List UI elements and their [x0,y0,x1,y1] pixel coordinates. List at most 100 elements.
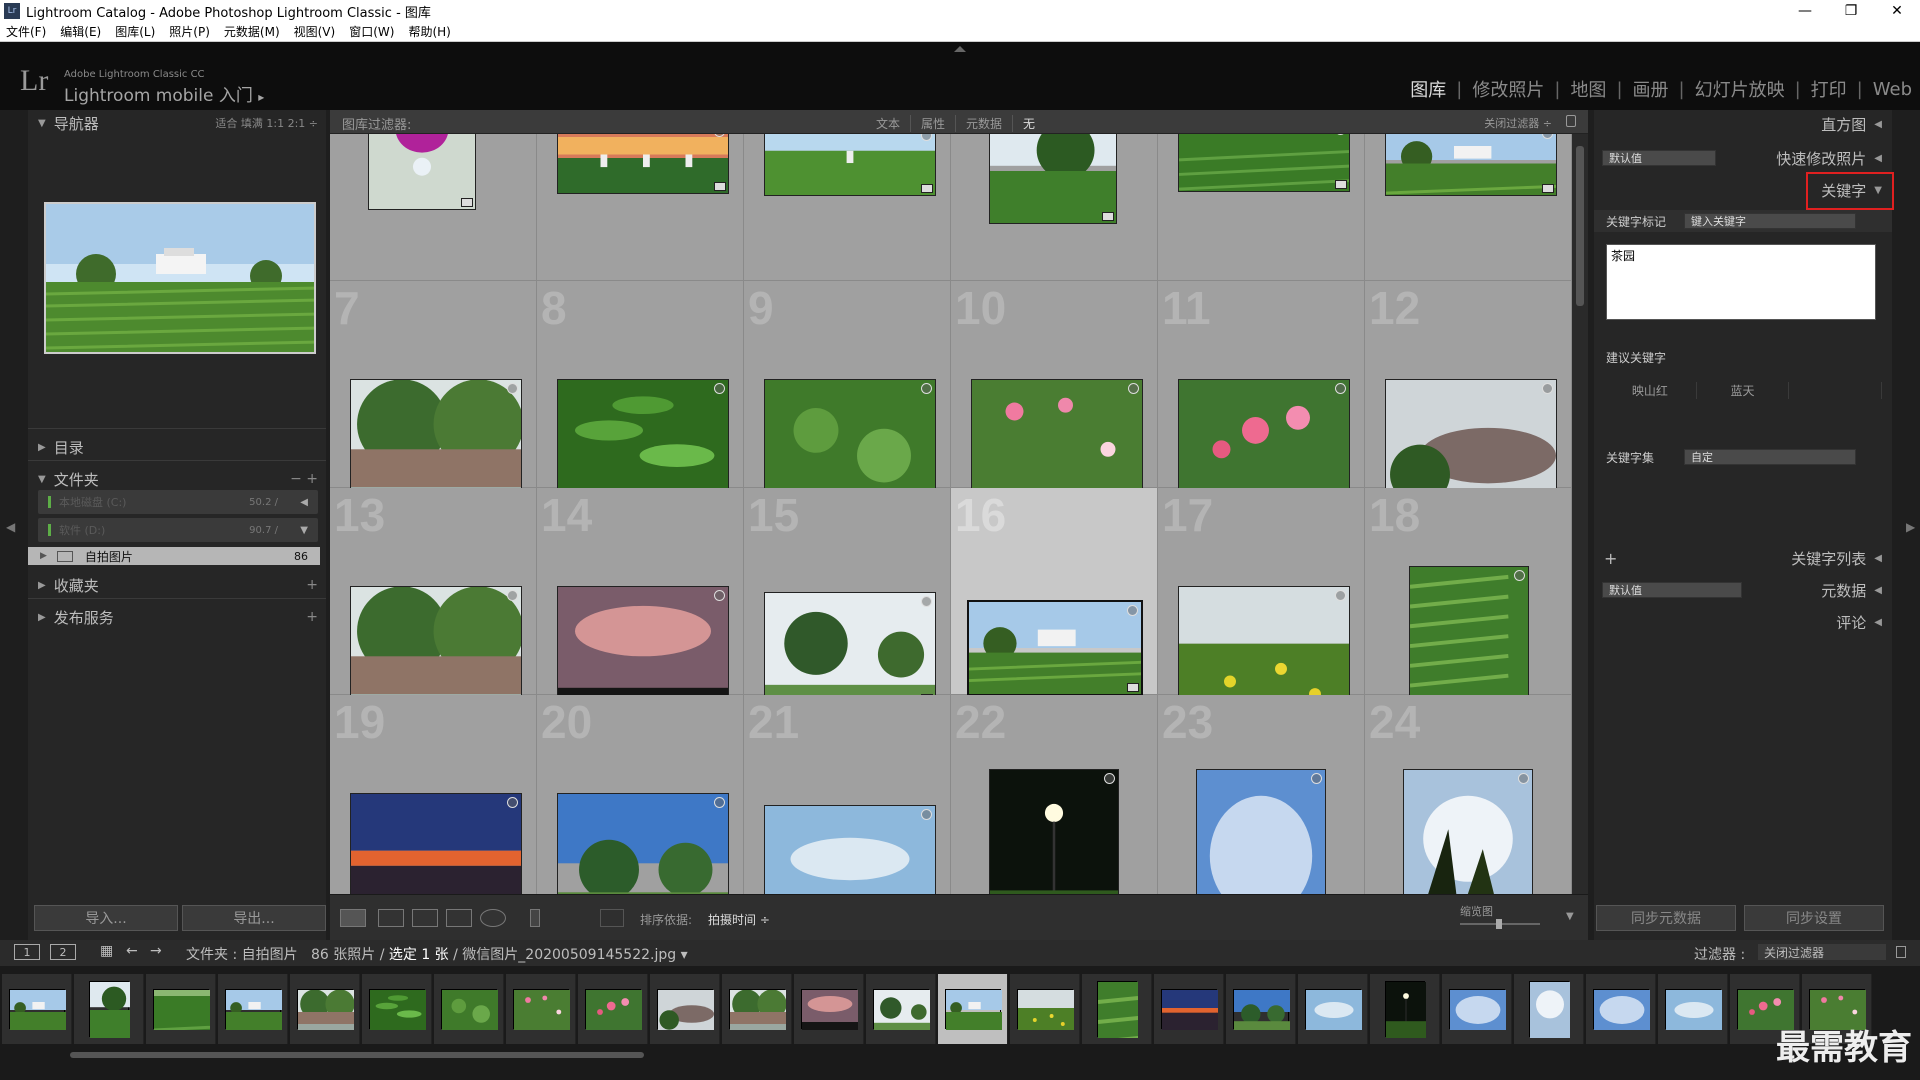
right-panel-toggle-icon[interactable]: ▶ [1906,520,1915,534]
filmstrip-thumb[interactable] [1298,974,1368,1044]
forward-arrow-icon[interactable]: → [150,943,162,959]
photo-thumbnail[interactable] [1385,134,1557,196]
photo-thumbnail[interactable] [764,134,936,196]
comments-header[interactable]: 评论 ◀ [1594,608,1892,636]
close-button[interactable]: ✕ [1874,0,1920,22]
volume-c[interactable]: 本地磁盘 (C:) 50.2 / ◀ [38,490,318,514]
filter-none[interactable]: 无 [1013,115,1045,132]
maximize-button[interactable]: ❐ [1828,0,1874,22]
keyword-text-area[interactable]: 茶园 [1606,244,1876,320]
volume-d[interactable]: 软件 (D:) 90.7 / ▼ [38,518,318,542]
sort-select[interactable]: 拍摄时间 ÷ [708,911,770,928]
filmstrip-thumb[interactable] [506,974,576,1044]
grid-cell[interactable]: 2 [537,134,744,281]
add-collection-icon[interactable]: + [306,577,318,593]
filter-text[interactable]: 文本 [866,115,912,132]
keyword-set-select[interactable]: 自定 [1684,449,1856,465]
filmstrip-thumb[interactable] [1154,974,1224,1044]
quick-collection-icon[interactable] [1311,773,1322,784]
menu-window[interactable]: 窗口(W) [349,23,394,40]
keyword-list-header[interactable]: + 关键字列表 ◀ [1594,544,1892,572]
back-arrow-icon[interactable]: ← [126,943,138,959]
quick-collection-icon[interactable] [1335,590,1346,601]
menu-file[interactable]: 文件(F) [6,23,46,40]
grid-cell[interactable]: 17 [1158,488,1365,714]
grid-cell[interactable]: 5 [1158,134,1365,281]
filmstrip-thumb[interactable] [1226,974,1296,1044]
quick-collection-icon[interactable] [1514,570,1525,581]
grid-cell[interactable]: 22 [951,695,1158,894]
quick-collection-icon[interactable] [921,383,932,394]
menu-view[interactable]: 视图(V) [294,23,336,40]
metadata-header[interactable]: 元数据 ◀ [1594,576,1892,604]
quick-collection-icon[interactable] [1335,383,1346,394]
grid-cell[interactable]: 19 [330,695,537,894]
photo-thumbnail[interactable] [967,600,1143,696]
filmstrip-thumb[interactable] [1442,974,1512,1044]
grid-cell[interactable]: 20 [537,695,744,894]
grid-cell[interactable]: 24 [1365,695,1572,894]
module-web[interactable]: Web [1873,79,1912,100]
filmstrip-thumb[interactable] [866,974,936,1044]
filmstrip-thumb[interactable] [2,974,211,1074]
quick-develop-header[interactable]: 快速修改照片 ◀ [1594,144,1892,172]
toolbar-menu-icon[interactable]: ▼ [1566,911,1574,922]
filmstrip-thumb[interactable] [1586,974,1656,1044]
slider-handle[interactable] [1496,919,1502,929]
filmstrip-filter-select[interactable]: 关闭过滤器 [1758,944,1886,960]
grid-cell[interactable]: 1 [330,134,537,281]
filmstrip-thumb[interactable] [74,974,144,1044]
menu-photo[interactable]: 照片(P) [169,23,210,40]
menu-edit[interactable]: 编辑(E) [60,23,101,40]
folder-item-selected[interactable]: ▶ 自拍图片 86 [28,547,320,565]
histogram-header[interactable]: 直方图 ◀ [1594,110,1892,138]
filter-attribute[interactable]: 属性 [911,115,957,132]
grid-cell[interactable]: 12 [1365,281,1572,507]
thumbnail-size-slider[interactable] [1460,919,1540,929]
window-2-button[interactable]: 2 [50,944,76,960]
navigator-header[interactable]: ▼ 导航器 适合 填满 1:1 2:1 ÷ [28,110,326,136]
grid-scrollbar[interactable] [1572,134,1588,894]
grid-cell[interactable]: 13 [330,488,537,714]
photo-thumbnail[interactable] [1196,769,1326,894]
filmstrip-thumb[interactable] [1010,974,1080,1044]
survey-view-icon[interactable] [446,909,472,927]
scrollbar-thumb[interactable] [1576,146,1584,306]
catalog-header[interactable]: ▶ 目录 [28,434,326,460]
grid-view-icon[interactable] [340,909,366,927]
filmstrip-thumb[interactable] [1082,974,1199,1080]
grid-cell[interactable]: 23 [1158,695,1365,894]
grid-cell[interactable]: 15 [744,488,951,706]
publish-header[interactable]: ▶ 发布服务 + [28,604,326,630]
module-print[interactable]: 打印 [1811,76,1847,102]
filmstrip-thumb[interactable] [1658,974,1728,1044]
window-1-button[interactable]: 1 [14,944,40,960]
photo-thumbnail[interactable] [368,134,476,210]
photo-thumbnail[interactable] [350,793,522,894]
lock-icon[interactable] [1566,115,1576,127]
grid-cell[interactable]: 8 [537,281,744,507]
photo-thumbnail[interactable] [1178,134,1350,192]
filmstrip-thumb[interactable] [362,974,432,1044]
quick-collection-icon[interactable] [507,590,518,601]
grid-cell[interactable]: 10 [951,281,1158,507]
quick-collection-icon[interactable] [1128,383,1139,394]
photo-thumbnail[interactable] [764,592,936,706]
quick-collection-icon[interactable] [507,383,518,394]
filmstrip-thumb[interactable] [938,974,1147,1074]
add-publish-icon[interactable]: + [306,609,318,625]
filmstrip-thumb[interactable] [146,974,355,1062]
grid-cell[interactable]: 18 [1365,488,1572,736]
suggested-keyword-2[interactable]: 蓝天 [1697,382,1790,399]
photo-thumbnail[interactable] [764,805,936,894]
quick-collection-icon[interactable] [714,383,725,394]
quick-collection-icon[interactable] [1127,605,1138,616]
sort-direction-icon[interactable] [600,909,624,927]
collections-header[interactable]: ▶ 收藏夹 + [28,572,326,598]
sync-metadata-button[interactable]: 同步元数据 [1596,905,1736,931]
mobile-link[interactable]: Lightroom mobile 入门 ▸ [64,81,264,106]
filmstrip-thumb[interactable] [434,974,504,1044]
grid-icon[interactable]: ▦ [100,943,113,959]
grid-cell[interactable]: 14 [537,488,744,714]
quick-collection-icon[interactable] [921,596,932,607]
